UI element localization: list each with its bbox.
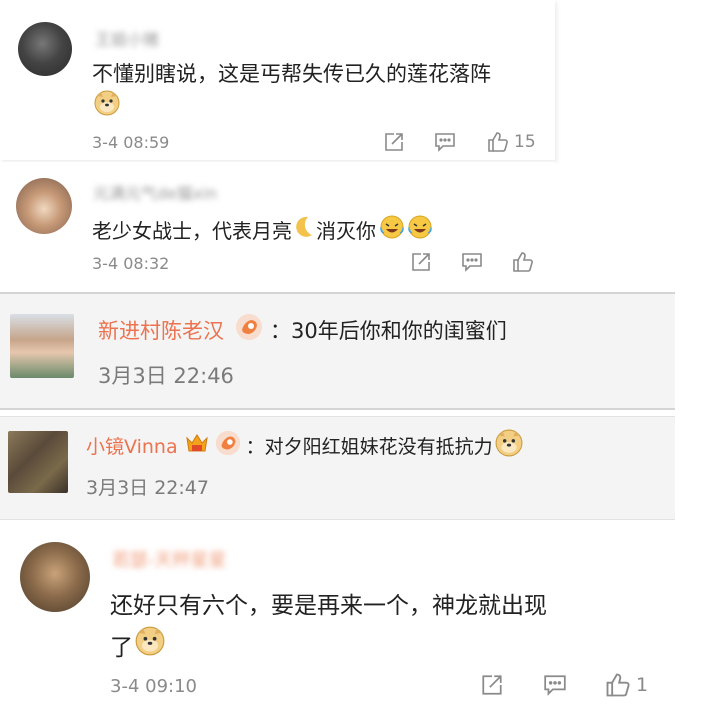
thumbs-up-icon (486, 130, 510, 154)
comment-text-body: 不懂别瞎说，这是丐帮失传已久的莲花落阵 (92, 62, 491, 86)
comment-card-3: 新进村陈老汉 ：30年后你和你的闺蜜们 3月3日 22:46 (0, 292, 675, 410)
comment-text-part1: 老少女战士，代表月亮 (92, 219, 292, 243)
comment-icon[interactable] (543, 674, 567, 696)
comment-card-5: 若瑟-天秤星星 还好只有六个，要是再来一个，神龙就出现 了 3-4 09:10 … (0, 528, 709, 709)
verified-badge-icon (214, 429, 242, 462)
timestamp: 3-4 09:10 (110, 676, 197, 697)
thumbs-up-icon[interactable] (511, 250, 535, 274)
username[interactable]: 元满元气de猫xin (93, 180, 217, 204)
like-count: 1 (636, 674, 649, 696)
avatar[interactable] (18, 22, 72, 76)
like-button[interactable]: 15 (486, 130, 536, 154)
moon-icon (294, 215, 314, 244)
avatar[interactable] (16, 178, 72, 234)
doge-icon (135, 626, 165, 669)
thumbs-up-icon (604, 671, 632, 699)
comment-text: 不懂别瞎说，这是丐帮失传已久的莲花落阵 (92, 58, 491, 88)
like-count: 15 (514, 132, 536, 152)
comment-icon[interactable] (434, 132, 456, 152)
username[interactable]: 新进村陈老汉 ：30年后你和你的闺蜜们 (98, 312, 507, 347)
share-icon[interactable] (383, 131, 405, 153)
comment-card-1: 王姐小猪 不懂别瞎说，这是丐帮失传已久的莲花落阵 3-4 08:59 15 (0, 0, 555, 160)
comment-text: ：对夕阳红姐妹花没有抵抗力 (245, 436, 493, 458)
laugh-cry-icon (407, 214, 433, 245)
comment-text-line2: 了 (110, 634, 133, 661)
timestamp: 3月3日 22:46 (98, 364, 234, 388)
verified-badge-icon (234, 312, 264, 347)
laugh-cry-icon (379, 214, 405, 245)
username[interactable]: 若瑟-天秤星星 (112, 546, 227, 572)
timestamp: 3-4 08:32 (92, 254, 170, 273)
doge-icon (94, 90, 120, 120)
doge-icon (495, 429, 523, 462)
timestamp: 3-4 08:59 (92, 133, 170, 152)
username[interactable]: 小镜Vinna ：对夕阳红姐妹花没有抵抗力 (86, 429, 523, 462)
comment-icon[interactable] (461, 252, 483, 272)
comment-text: ：30年后你和你的闺蜜们 (270, 318, 507, 343)
timestamp: 3月3日 22:47 (86, 477, 209, 499)
vip-crown-icon (184, 430, 210, 461)
username[interactable]: 王姐小猪 (95, 26, 159, 50)
comment-text: 还好只有六个，要是再来一个，神龙就出现 了 (110, 586, 547, 669)
avatar[interactable] (8, 431, 68, 493)
comment-text-part2: 消灭你 (316, 219, 376, 243)
username-text: 新进村陈老汉 (98, 318, 224, 343)
comment-text: 老少女战士，代表月亮 消灭你 (92, 214, 433, 245)
avatar[interactable] (20, 542, 90, 612)
comment-card-4: 小镜Vinna ：对夕阳红姐妹花没有抵抗力 3月3日 22:47 (0, 416, 675, 520)
comment-card-2: 元满元气de猫xin 老少女战士，代表月亮 消灭你 3-4 08:32 (0, 162, 555, 288)
like-button[interactable]: 1 (604, 671, 648, 699)
username-text: 小镜Vinna (86, 436, 178, 458)
share-icon[interactable] (480, 673, 504, 697)
avatar[interactable] (10, 314, 74, 378)
comment-text-line1: 还好只有六个，要是再来一个，神龙就出现 (110, 593, 547, 619)
share-icon[interactable] (410, 251, 432, 273)
